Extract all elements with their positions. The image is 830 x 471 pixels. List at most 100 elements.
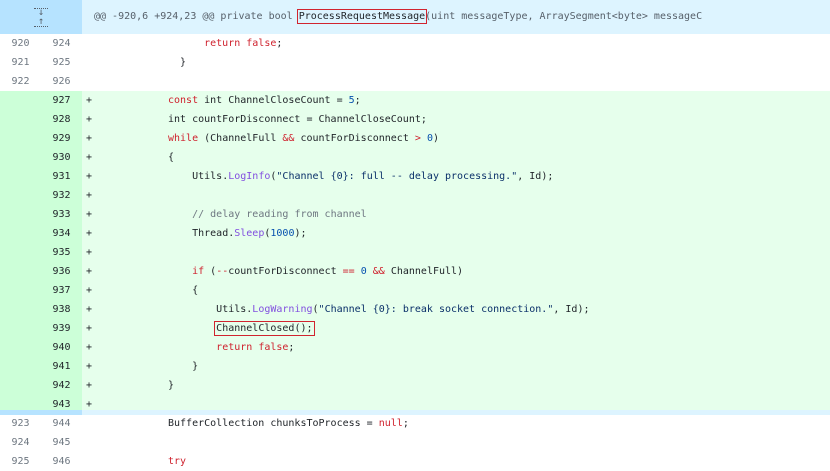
new-line-number[interactable]: 933 [41, 205, 82, 224]
code-text: } [168, 53, 186, 72]
code-token: == [342, 266, 355, 277]
new-line-number[interactable]: 941 [41, 357, 82, 376]
new-line-number[interactable]: 929 [41, 129, 82, 148]
old-line-number[interactable] [0, 300, 41, 319]
code-token: return false [204, 38, 277, 49]
diff-sign: + [86, 228, 93, 239]
new-line-number[interactable]: 942 [41, 376, 82, 395]
code-token: return false [216, 342, 289, 353]
new-line-number[interactable]: 927 [41, 91, 82, 110]
old-line-number[interactable]: 925 [0, 452, 41, 471]
old-line-number[interactable]: 920 [0, 34, 41, 53]
new-line-number[interactable]: 930 [41, 148, 82, 167]
code-token: ; [354, 95, 361, 106]
old-line-number[interactable] [0, 357, 41, 376]
code-token: Sleep [234, 228, 265, 239]
old-line-number[interactable] [0, 205, 41, 224]
new-line-number[interactable]: 935 [41, 243, 82, 262]
code-token: const [168, 95, 199, 106]
diff-sign: + [86, 133, 93, 144]
diff-sign: + [86, 95, 93, 106]
old-line-number[interactable]: 921 [0, 53, 41, 72]
new-line-number[interactable]: 940 [41, 338, 82, 357]
new-line-number[interactable]: 924 [41, 34, 82, 53]
diff-view: ↓ ↑ @@ -920,6 +924,23 @@ private bool Pr… [0, 0, 830, 471]
new-line-number[interactable]: 944 [41, 414, 82, 433]
code-text: while (ChannelFull && countForDisconnect… [168, 129, 439, 148]
new-line-number[interactable]: 939 [41, 319, 82, 338]
diff-sign: + [86, 114, 93, 125]
old-line-number[interactable] [0, 262, 41, 281]
bottom-expander[interactable] [0, 410, 82, 415]
expand-up-button[interactable]: ↑ [34, 16, 48, 27]
code-text: { [168, 148, 174, 167]
new-line-number[interactable]: 926 [41, 72, 82, 91]
old-line-number[interactable] [0, 338, 41, 357]
diff-sign: + [86, 342, 93, 353]
new-line-number[interactable]: 938 [41, 300, 82, 319]
new-line-number[interactable]: 932 [41, 186, 82, 205]
old-line-number[interactable] [0, 224, 41, 243]
new-line-number[interactable]: 925 [41, 53, 82, 72]
code-text: BufferCollection chunksToProcess = null; [168, 414, 409, 433]
new-line-number[interactable]: 931 [41, 167, 82, 186]
added-line: 938 + Utils.LogWarning("Channel {0}: brea… [0, 300, 830, 319]
code-token: Utils. [216, 304, 253, 315]
old-line-number[interactable]: 922 [0, 72, 41, 91]
code-token: try [168, 456, 187, 467]
added-line: 934 + Thread.Sleep(1000); [0, 224, 830, 243]
added-line: 935 + [0, 243, 830, 262]
code-token: ); [294, 228, 307, 239]
new-line-number[interactable]: 928 [41, 110, 82, 129]
old-line-number[interactable]: 924 [0, 433, 41, 452]
old-line-number[interactable] [0, 376, 41, 395]
old-line-number[interactable] [0, 110, 41, 129]
old-line-number[interactable] [0, 148, 41, 167]
code-token: LogInfo [228, 171, 271, 182]
old-line-number[interactable] [0, 91, 41, 110]
added-line: 928 + int countForDisconnect = ChannelClos… [0, 110, 830, 129]
code-token: while [168, 133, 199, 144]
added-line: 932 + [0, 186, 830, 205]
added-line: 936 + if (--countForDisconnect == 0 && Ch… [0, 262, 830, 281]
context-line: 920 924 return false; [0, 34, 830, 53]
old-line-number[interactable] [0, 243, 41, 262]
diff-sign: + [86, 247, 93, 258]
new-line-number[interactable]: 936 [41, 262, 82, 281]
code-token: "Channel {0}: break socket connection." [318, 304, 554, 315]
added-line: 941 + } [0, 357, 830, 376]
code-text: Utils.LogInfo("Channel {0}: full -- dela… [168, 167, 553, 186]
hunk-header: ↓ ↑ @@ -920,6 +924,23 @@ private bool Pr… [0, 0, 830, 34]
added-line: 937 + { [0, 281, 830, 300]
diff-sign: + [86, 209, 93, 220]
old-line-number[interactable] [0, 129, 41, 148]
code-token: BufferCollection chunksToProcess = [168, 418, 379, 429]
hunk-expander: ↓ ↑ [0, 0, 82, 34]
code-text: { [168, 281, 198, 300]
old-line-number[interactable] [0, 319, 41, 338]
hunk-suffix: (uint messageType, ArraySegment<byte> me… [425, 11, 703, 22]
added-line: 931 + Utils.LogInfo("Channel {0}: full --… [0, 167, 830, 186]
diff-sign: + [86, 323, 93, 334]
new-line-number[interactable]: 945 [41, 433, 82, 452]
old-line-number[interactable] [0, 186, 41, 205]
code-token: ChannelFull) [384, 266, 464, 277]
code-token: (ChannelFull [198, 133, 283, 144]
old-line-number[interactable]: 923 [0, 414, 41, 433]
diff-sign: + [86, 304, 93, 315]
new-line-number[interactable]: 946 [41, 452, 82, 471]
old-line-number[interactable] [0, 167, 41, 186]
new-line-number[interactable]: 937 [41, 281, 82, 300]
code-text: Utils.LogWarning("Channel {0}: break soc… [168, 300, 589, 319]
new-line-number[interactable]: 934 [41, 224, 82, 243]
old-line-number[interactable] [0, 281, 41, 300]
code-token: null [378, 418, 403, 429]
code-text: } [168, 357, 198, 376]
code-text: // delay reading from channel [168, 205, 367, 224]
